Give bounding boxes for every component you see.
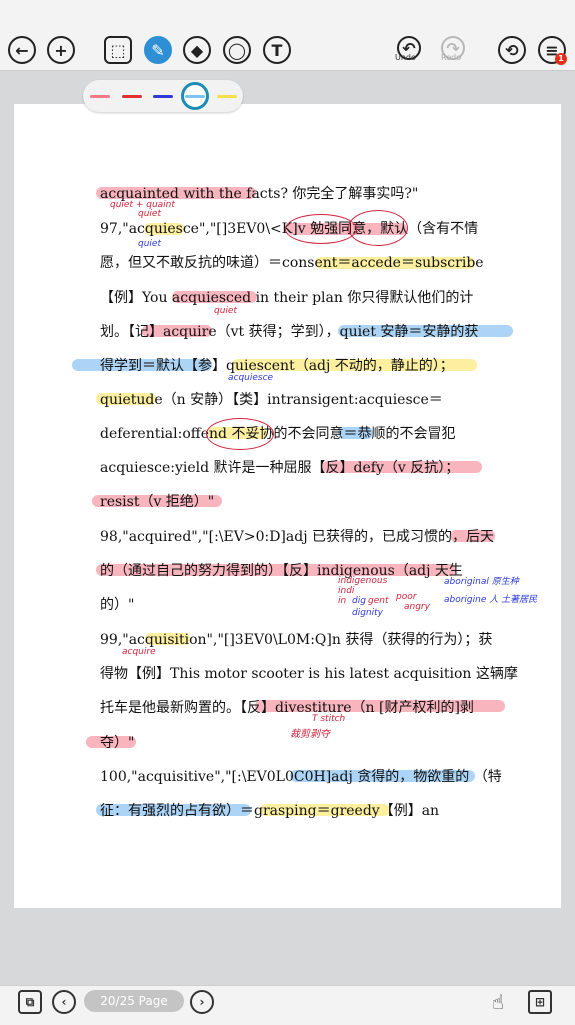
doc-line: acquiesce:yield 默许是一种屈服【反】defy（v 反抗）； — [100, 460, 460, 476]
doc-line: 100,"acquisitive","[:\EV0L0C0H]adj 贪得的，物… — [100, 769, 502, 785]
pen-icon: ✎ — [151, 40, 165, 60]
pages-overview-button[interactable]: ⧉ — [18, 990, 42, 1014]
handwritten-note: dignity — [352, 608, 383, 618]
handwritten-note: angry — [404, 602, 430, 612]
color-swatch-pink[interactable] — [87, 88, 113, 104]
handwritten-note: gent — [368, 596, 389, 606]
doc-line: 托车是他最新购置的。【反】divestiture（n [财产权利的]剥 — [100, 700, 474, 716]
doc-line: 划。【记】acquire（vt 获得；学到），quiet 安静＝安静的获 — [100, 324, 479, 340]
handwritten-note: acquire — [122, 647, 156, 657]
handwritten-note: quiet — [138, 239, 161, 249]
ink-circle — [285, 214, 357, 244]
notification-badge: 1 — [555, 53, 567, 65]
handwritten-note: aborigine 人 土著居民 — [444, 595, 538, 605]
page-indicator: 20/25 Page — [84, 990, 184, 1012]
undo-label: Undo — [395, 53, 416, 62]
handwritten-note: acquiesce — [228, 373, 274, 383]
handwritten-note: indigenous — [338, 576, 388, 586]
doc-line: 夺）" — [100, 735, 135, 751]
share-button[interactable]: ⟲ — [498, 36, 526, 64]
eraser-tool-button[interactable]: ◆ — [183, 36, 211, 64]
color-swatch-light-blue-selected[interactable] — [181, 82, 209, 110]
doc-line: 愿，但又不敢反抗的味道）＝consent＝accede＝subscribe — [100, 255, 484, 271]
hand-pointer-icon: ☝ — [491, 990, 505, 1014]
pen-color-palette — [83, 80, 243, 112]
doc-line: 的（通过自己的努力得到的）【反】indigenous（adj 天生 — [100, 563, 463, 579]
doc-line: 得学到＝默认【参】quiescent（adj 不动的，静止的）； — [100, 358, 454, 374]
lasso-tool-button[interactable]: ◯ — [223, 36, 251, 64]
handwritten-note: quiet — [138, 209, 161, 219]
doc-line: 得物【例】This motor scooter is his latest ac… — [100, 666, 518, 682]
doc-line: 征：有强烈的占有欲）＝grasping＝greedy【例】an — [100, 803, 440, 819]
doc-line: quietude（n 安静）【类】intransigent:acquiesce＝ — [100, 392, 443, 408]
color-swatch-yellow[interactable] — [214, 88, 240, 104]
back-button[interactable]: ← — [8, 36, 36, 64]
back-arrow-icon: ← — [15, 40, 29, 60]
handwritten-note: 裁剪剥夺 — [290, 729, 330, 740]
add-page-button[interactable]: + — [47, 36, 75, 64]
handwritten-note: T stitch — [312, 714, 346, 724]
redo-label: Redo — [441, 53, 462, 62]
select-icon: ⬚ — [110, 40, 126, 60]
prev-page-button[interactable]: ‹ — [52, 990, 76, 1014]
chevron-left-icon: ‹ — [61, 995, 67, 1009]
pen-tool-button[interactable]: ✎ — [144, 36, 172, 64]
handwritten-note: in — [338, 596, 347, 606]
eraser-icon: ◆ — [190, 40, 204, 60]
top-toolbar — [0, 0, 575, 71]
doc-line: deferential:offend 不妥协的不会同意＝恭顺的不会冒犯 — [100, 426, 456, 442]
ink-circle — [348, 210, 408, 246]
handwritten-note: quiet — [214, 306, 237, 316]
handwritten-note: aboriginal 原生种 — [444, 577, 519, 587]
doc-line: 【例】You acquiesced in their plan 你只得默认他们的… — [100, 290, 474, 306]
doc-line: 的）" — [100, 597, 135, 613]
fit-page-button[interactable]: ⊞ — [528, 990, 552, 1014]
touch-mode-button[interactable]: ☝ — [486, 990, 510, 1014]
handwritten-note: dig — [352, 596, 366, 606]
share-icon: ⟲ — [505, 40, 519, 60]
fit-screen-icon: ⊞ — [534, 995, 546, 1009]
lasso-icon: ◯ — [228, 40, 246, 60]
handwritten-note: poor — [396, 592, 417, 602]
plus-icon: + — [54, 40, 68, 60]
color-swatch-red[interactable] — [119, 88, 145, 104]
text-icon: T — [271, 40, 283, 60]
doc-line: 98,"acquired","[:\EV>0:D]adj 已获得的，已成习惯的，… — [100, 529, 494, 545]
select-tool-button[interactable]: ⬚ — [104, 36, 132, 64]
doc-line: resist（v 拒绝）" — [100, 494, 215, 510]
doc-line: 99,"acquisition","[]3EV0\L0M:Q]n 获得（获得的行… — [100, 632, 493, 648]
ink-circle — [206, 418, 274, 450]
text-tool-button[interactable]: T — [263, 36, 291, 64]
next-page-button[interactable]: › — [190, 990, 214, 1014]
handwritten-note: indi — [338, 586, 355, 596]
chevron-right-icon: › — [199, 995, 205, 1009]
color-swatch-blue[interactable] — [150, 88, 176, 104]
pages-icon: ⧉ — [25, 994, 35, 1009]
